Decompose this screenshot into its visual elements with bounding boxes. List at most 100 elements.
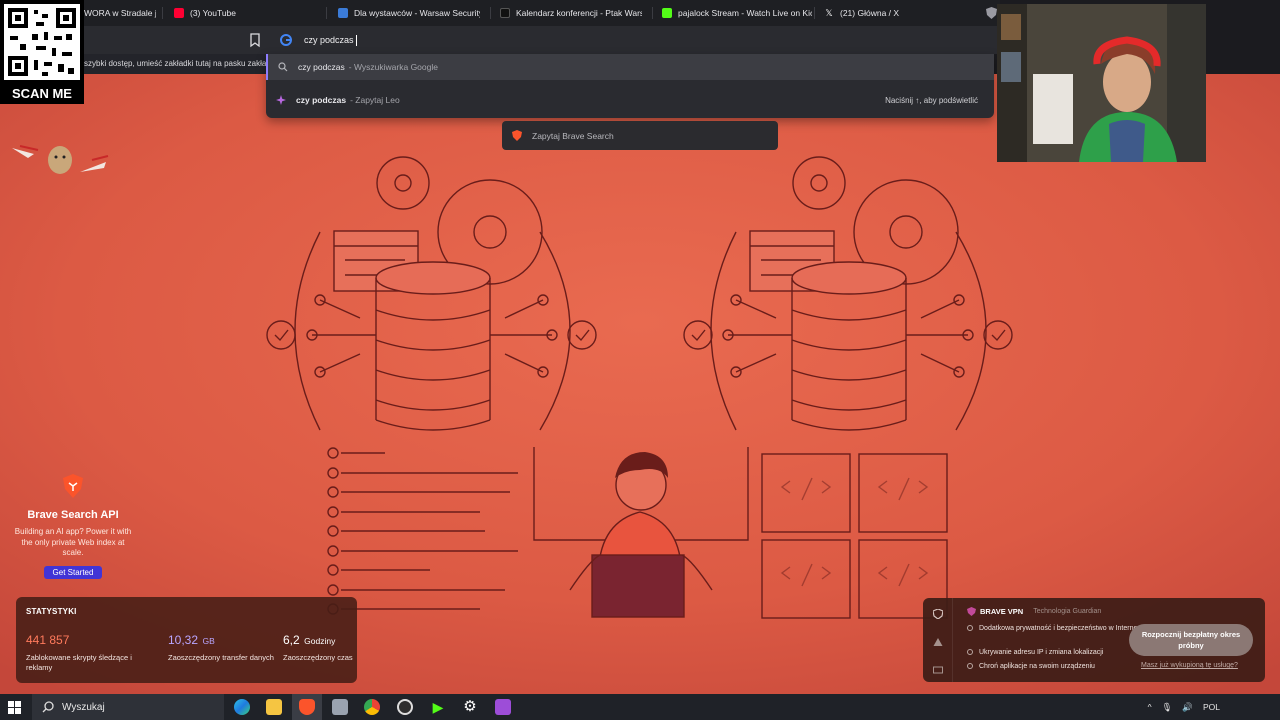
message-icon[interactable] — [933, 662, 943, 674]
bookmark-icon[interactable] — [248, 32, 262, 48]
suggestion-leo[interactable]: czy podczas - Zapytaj Leo Naciśnij ↑, ab… — [266, 87, 994, 113]
stat-unit: Godziny — [304, 636, 336, 646]
stat-value: 441 857 — [26, 633, 70, 647]
suggestion-source: - Zapytaj Leo — [350, 95, 400, 105]
chrome-icon[interactable] — [364, 699, 380, 715]
vpn-tech: Technologia Guardian — [1033, 608, 1102, 615]
tab-title: Kalendarz konferencji - Ptak Warsaw — [516, 8, 642, 18]
address-bar-text: czy podczas — [304, 35, 354, 45]
tab-x[interactable]: 𝕏 (21) Główna / X — [824, 4, 924, 22]
webcam-feed — [997, 4, 1206, 162]
volume-icon[interactable]: 🔊 — [1182, 702, 1193, 713]
tab-kick[interactable]: pajalock Stream - Watch Live on Kick — [662, 4, 812, 22]
tab-warsaw-security[interactable]: Dla wystawców - Warsaw Security & — [338, 4, 480, 22]
tab-separator — [814, 7, 815, 19]
tab-title: pajalock Stream - Watch Live on Kick — [678, 8, 812, 18]
vpn-feature-text: Chroń aplikacje na swoim urządzeniu — [979, 663, 1095, 670]
tab-title: (3) YouTube — [190, 8, 236, 18]
already-purchased-link[interactable]: Masz już wykupioną tę usługę? — [1141, 662, 1238, 669]
brave-icon[interactable] — [299, 699, 315, 715]
brave-search-pill[interactable]: Zapytaj Brave Search — [502, 121, 778, 150]
search-icon — [42, 701, 54, 713]
tab-1[interactable]: WORA w Stradale je — [84, 4, 156, 22]
qr-code-overlay: SCAN ME — [0, 0, 84, 104]
site-icon — [338, 8, 348, 18]
stat-label: Zaoszczędzony transfer danych — [168, 653, 274, 662]
stat-trackers: 441 857 Zablokowane skrypty śledzące i r… — [26, 631, 138, 673]
kick-icon — [662, 8, 672, 18]
tab-separator — [162, 7, 163, 19]
text-cursor — [355, 34, 357, 46]
search-icon — [268, 62, 298, 72]
brave-search-api-card: Brave Search API Building an AI app? Pow… — [14, 474, 132, 580]
omnibox-suggestions: czy podczas - Wyszukiwarka Google czy po… — [266, 54, 994, 118]
google-icon — [280, 34, 292, 46]
feature-bullet — [967, 649, 973, 655]
vpn-card-sidebar — [923, 598, 953, 682]
file-explorer-icon[interactable] — [266, 699, 282, 715]
bookmarks-hint: szybki dostęp, umieść zakładki tutaj na … — [84, 59, 268, 68]
stats-heading: STATYSTYKI — [26, 607, 77, 616]
language-indicator[interactable]: POL — [1203, 702, 1220, 712]
vpn-feature-text: Dodatkowa prywatność i bezpieczeństwo w … — [979, 625, 1147, 632]
tab-strip: WORA w Stradale je (3) YouTube Dla wysta… — [0, 0, 1000, 26]
feature-bullet — [967, 625, 973, 631]
qr-code-icon — [4, 4, 80, 80]
vpn-feature: Ukrywanie adresu IP i zmiana lokalizacji — [967, 648, 1147, 657]
tab-separator — [490, 7, 491, 19]
brave-lion-icon — [63, 474, 83, 498]
stat-label: Zablokowane skrypty śledzące i reklamy — [26, 653, 132, 672]
microphone-icon[interactable]: 🎙 — [1162, 702, 1173, 713]
brave-shield-icon[interactable] — [986, 7, 997, 19]
start-trial-button[interactable]: Rozpocznij bezpłatny okres próbny — [1129, 624, 1253, 656]
tab-youtube[interactable]: (3) YouTube — [174, 4, 314, 22]
vpn-icon — [967, 607, 976, 616]
stat-bandwidth: 10,32 GB Zaoszczędzony transfer danych — [168, 631, 280, 663]
vpn-feature-text: Ukrywanie adresu IP i zmiana lokalizacji — [979, 649, 1104, 656]
shield-icon[interactable] — [932, 606, 944, 620]
vpn-header: BRAVE VPN Technologia Guardian — [967, 607, 1101, 616]
game-icon[interactable] — [495, 699, 511, 715]
stat-label: Zaoszczędzony czas — [283, 653, 353, 662]
x-icon: 𝕏 — [825, 8, 833, 18]
cat-sticker — [12, 145, 109, 174]
vpn-brand: BRAVE VPN — [980, 607, 1024, 616]
tab-title: WORA w Stradale je — [84, 8, 156, 18]
brave-vpn-card: BRAVE VPN Technologia Guardian Dodatkowa… — [923, 598, 1265, 682]
brave-lion-icon — [512, 130, 522, 141]
stat-value: 10,32 — [168, 633, 199, 647]
webcam-overlay — [997, 4, 1206, 162]
windows-taskbar: Wyszukaj ▶ ⚙ ^ 🎙 🔊 POL — [0, 694, 1280, 720]
system-tray: ^ 🎙 🔊 POL — [1148, 694, 1220, 720]
leo-icon — [266, 95, 296, 105]
address-bar[interactable]: czy podczas — [268, 28, 994, 52]
app-icon[interactable] — [332, 699, 348, 715]
suggestion-source: - Wyszukiwarka Google — [348, 62, 438, 72]
taskbar-search[interactable]: Wyszukaj — [32, 694, 224, 720]
stat-time: 6,2 Godziny Zaoszczędzony czas — [283, 631, 353, 663]
site-icon — [500, 8, 510, 18]
obs-icon[interactable] — [397, 699, 413, 715]
stat-unit: GB — [202, 636, 215, 646]
stat-value: 6,2 — [283, 633, 300, 647]
api-card-description: Building an AI app? Power it with the on… — [14, 527, 132, 557]
get-started-button[interactable]: Get Started — [43, 565, 103, 579]
tab-title: Dla wystawców - Warsaw Security & — [354, 8, 480, 18]
settings-icon[interactable]: ⚙ — [462, 699, 478, 715]
suggestion-query: czy podczas — [298, 62, 345, 72]
windows-start-icon[interactable] — [8, 701, 21, 714]
qr-label: SCAN ME — [12, 86, 72, 101]
kick-icon[interactable]: ▶ — [430, 699, 446, 715]
vpn-feature: Dodatkowa prywatność i bezpieczeństwo w … — [967, 624, 1147, 633]
api-card-title: Brave Search API — [27, 509, 119, 521]
chevron-up-icon[interactable]: ^ — [1148, 702, 1152, 712]
warning-icon[interactable] — [933, 634, 943, 646]
suggestion-hint: Naciśnij ↑, aby podświetlić — [885, 95, 978, 105]
suggestion-google[interactable]: czy podczas - Wyszukiwarka Google — [266, 54, 994, 80]
edge-icon[interactable] — [234, 699, 250, 715]
feature-bullet — [967, 663, 973, 669]
vpn-feature: Chroń aplikacje na swoim urządzeniu — [967, 662, 1147, 671]
tab-ptak-warsaw[interactable]: Kalendarz konferencji - Ptak Warsaw — [500, 4, 642, 22]
tab-separator — [652, 7, 653, 19]
youtube-icon — [174, 8, 184, 18]
